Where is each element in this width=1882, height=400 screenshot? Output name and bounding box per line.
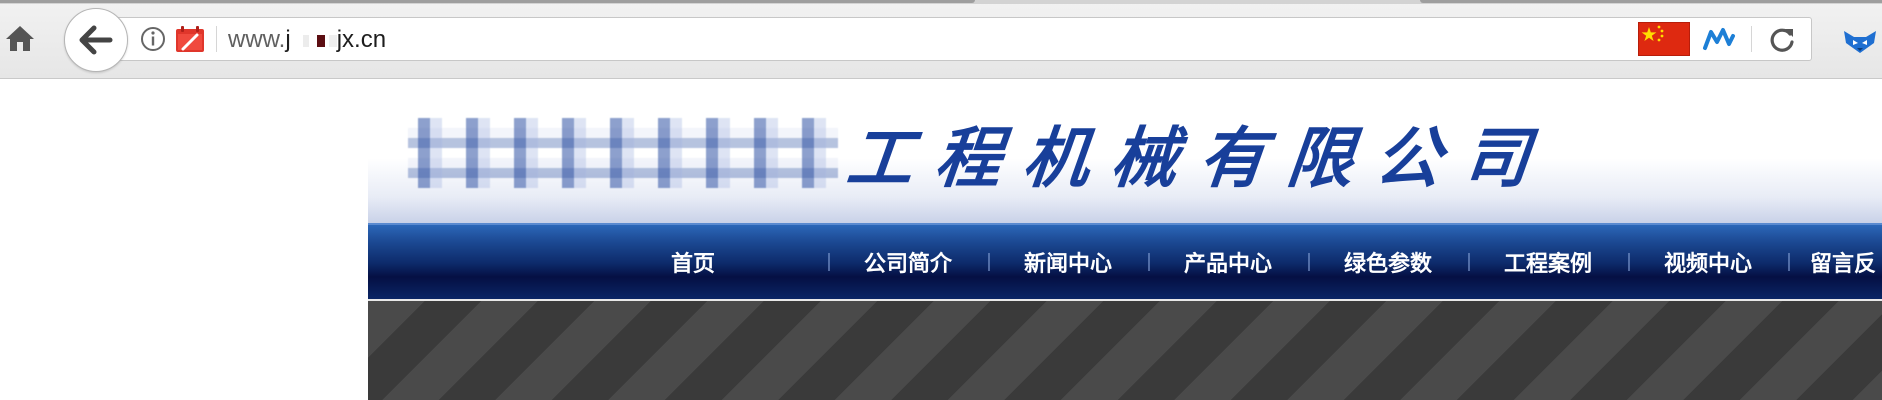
nav-item-home[interactable]: 首页 [628, 225, 758, 299]
nav-separator [988, 253, 990, 271]
url-text[interactable]: www.j jx.cn [228, 27, 386, 53]
site-nav: 首页 公司简介 新闻中心 产品中心 绿色参数 工程案例 视频中心 留言反 [368, 223, 1882, 299]
nav-item-feedback[interactable]: 留言反 [1810, 225, 1882, 299]
page-viewport: 工程机械有限公司 首页 公司简介 新闻中心 产品中心 绿色参数 工程案例 视频中… [0, 79, 1882, 400]
nav-separator [1628, 253, 1630, 271]
reload-button[interactable] [1766, 24, 1798, 56]
site-logo[interactable]: 工程机械有限公司 [408, 113, 1556, 197]
url-domain: jx.cn [336, 26, 387, 53]
reload-icon [1770, 28, 1794, 52]
url-separator-right [1751, 26, 1752, 52]
logo-redaction [408, 118, 838, 188]
nav-separator [828, 253, 830, 271]
back-button[interactable] [64, 8, 128, 72]
nav-item-cases[interactable]: 工程案例 [1483, 225, 1613, 299]
nav-separator [1308, 253, 1310, 271]
calendar-icon[interactable] [175, 25, 205, 53]
home-icon [6, 26, 34, 51]
china-flag-icon[interactable] [1638, 22, 1690, 56]
nav-separator [1788, 253, 1790, 271]
nav-separator [1148, 253, 1150, 271]
site-container: 工程机械有限公司 首页 公司简介 新闻中心 产品中心 绿色参数 工程案例 视频中… [368, 79, 1882, 400]
china-flag-stars [1641, 25, 1664, 42]
info-icon [141, 27, 165, 51]
fox-extension-icon[interactable] [1840, 25, 1880, 57]
browser-toolbar: www.j jx.cn [0, 0, 1882, 79]
nav-separator [1468, 253, 1470, 271]
back-arrow-icon [79, 25, 113, 55]
nav-item-about[interactable]: 公司简介 [843, 225, 973, 299]
tab-edge-right [1420, 0, 1882, 3]
home-button[interactable] [2, 20, 38, 56]
site-info-button[interactable] [140, 26, 166, 52]
tab-edge-left [0, 0, 975, 3]
nav-item-parameters[interactable]: 绿色参数 [1323, 225, 1453, 299]
network-icon[interactable] [1702, 26, 1736, 52]
site-header: 工程机械有限公司 [368, 79, 1882, 223]
logo-text: 工程机械有限公司 [843, 119, 1556, 197]
hero-banner [368, 299, 1882, 400]
url-prefix: www. [228, 26, 286, 53]
nav-item-video[interactable]: 视频中心 [1643, 225, 1773, 299]
nav-item-news[interactable]: 新闻中心 [1003, 225, 1133, 299]
url-separator [216, 26, 217, 52]
nav-item-products[interactable]: 产品中心 [1163, 225, 1293, 299]
url-redaction [290, 27, 337, 53]
